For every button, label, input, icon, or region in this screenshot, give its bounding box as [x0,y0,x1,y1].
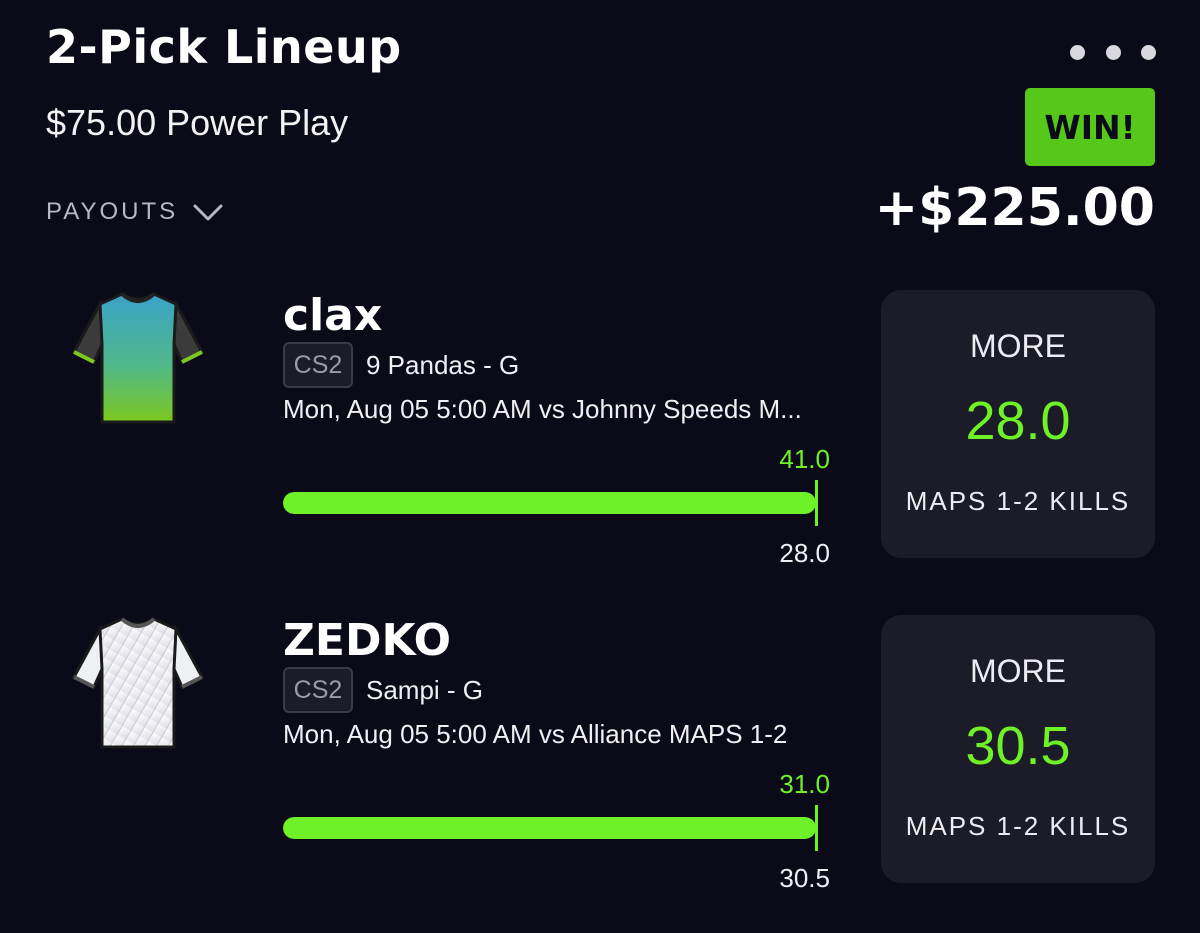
jersey-white-icon [71,617,205,749]
payouts-toggle[interactable]: PAYOUTS [46,194,224,230]
team-position: Sampi - G [366,675,484,705]
payouts-label: PAYOUTS [46,198,179,225]
game-tag: CS2 [283,342,353,388]
team-position: 9 Pandas - G [366,350,520,380]
line-marker [815,480,818,526]
match-info: Mon, Aug 05 5:00 AM vs Alliance MAPS 1-2 [283,719,788,749]
stat-type: MAPS 1-2 KILLS [905,486,1131,516]
projection-card[interactable]: MORE 30.5 MAPS 1-2 KILLS [881,615,1155,883]
progress-fill [283,817,816,839]
actual-value: 31.0 [779,769,830,799]
projection-card[interactable]: MORE 28.0 MAPS 1-2 KILLS [881,290,1155,558]
progress-bar [283,817,816,839]
line-value: 28.0 [779,538,830,568]
match-info: Mon, Aug 05 5:00 AM vs Johnny Speeds M..… [283,394,802,424]
pick-direction: MORE [970,653,1066,689]
progress-fill [283,492,816,514]
actual-value: 41.0 [779,444,830,474]
page-title: 2-Pick Lineup [46,20,402,74]
game-tag: CS2 [283,667,353,713]
more-dots-icon [1070,44,1085,60]
projection-line: 28.0 [965,391,1071,451]
progress-bar [283,492,816,514]
stat-type: MAPS 1-2 KILLS [905,811,1131,841]
projection-line: 30.5 [965,716,1071,776]
player-name: ZEDKO [283,615,452,666]
more-options-button[interactable] [1070,40,1156,64]
entry-subtitle: $75.00 Power Play [46,102,349,143]
chevron-down-icon [193,204,223,221]
win-badge: WIN! [1025,88,1155,166]
pick-direction: MORE [970,328,1066,364]
more-dots-icon-dot [1141,44,1156,60]
line-value: 30.5 [779,863,830,893]
line-marker [815,805,818,851]
pick-row[interactable]: ZEDKO CS2 Sampi - G Mon, Aug 05 5:00 AM … [0,615,1200,905]
pick-row[interactable]: clax CS2 9 Pandas - G Mon, Aug 05 5:00 A… [0,290,1200,580]
player-name: clax [283,290,383,341]
payout-amount: +$225.00 [874,178,1155,238]
jersey-teal-green-icon [71,292,205,424]
more-dots-icon-dot [1105,44,1121,60]
